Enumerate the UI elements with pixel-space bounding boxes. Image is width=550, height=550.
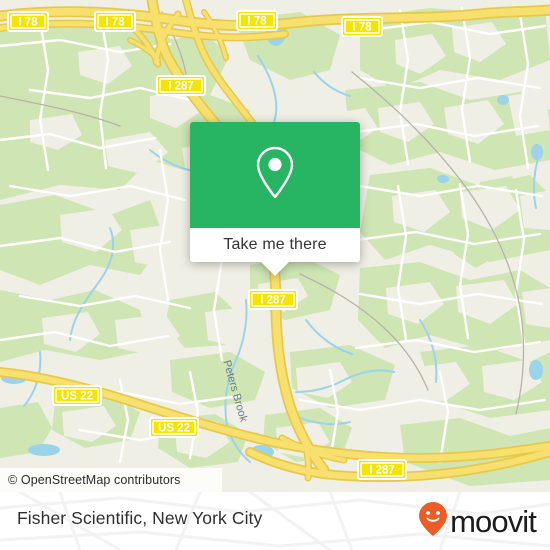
moovit-pin-smiley-icon bbox=[418, 501, 448, 542]
highway-shield: I 78 bbox=[236, 10, 278, 31]
highway-shield-label: US 22 bbox=[61, 391, 93, 403]
highway-shield-label: US 22 bbox=[158, 423, 190, 435]
callout-pointer bbox=[261, 262, 289, 276]
osm-attribution[interactable]: © OpenStreetMap contributors bbox=[0, 468, 222, 492]
take-me-there-button[interactable]: Take me there bbox=[190, 228, 360, 262]
highway-shield-label: I 78 bbox=[105, 17, 125, 29]
highway-shield: I 287 bbox=[156, 75, 206, 96]
highway-shield-label: I 78 bbox=[247, 16, 267, 28]
highway-shield-label: I 287 bbox=[168, 81, 194, 93]
highway-shield-label: I 78 bbox=[18, 17, 38, 29]
highway-shield-label: I 78 bbox=[352, 22, 372, 34]
map-callout-card[interactable]: Take me there bbox=[190, 122, 360, 276]
highway-shield: I 78 bbox=[341, 16, 383, 37]
highway-shield: US 22 bbox=[149, 417, 199, 438]
screenshot-root: Peters Brook I 78 I 78 I 78 I 78 I 287 I 287 U… bbox=[0, 0, 550, 550]
moovit-logo[interactable]: moovit bbox=[418, 501, 537, 542]
callout-pin-area bbox=[190, 122, 360, 228]
highway-shield: I 78 bbox=[94, 11, 136, 32]
highway-shield: US 22 bbox=[52, 385, 102, 406]
osm-attribution-text: © OpenStreetMap contributors bbox=[8, 473, 181, 487]
moovit-wordmark: moovit bbox=[450, 504, 537, 539]
callout-card-body: Take me there bbox=[190, 122, 360, 262]
highway-shield: I 287 bbox=[248, 289, 298, 310]
highway-shield-label: I 287 bbox=[369, 465, 395, 477]
highway-shield: I 78 bbox=[7, 11, 49, 32]
map-pin-icon bbox=[253, 145, 297, 206]
highway-shield: I 287 bbox=[357, 459, 407, 480]
highway-shield-label: I 287 bbox=[260, 295, 286, 307]
place-name-label: Fisher Scientific, New York City bbox=[17, 508, 263, 528]
